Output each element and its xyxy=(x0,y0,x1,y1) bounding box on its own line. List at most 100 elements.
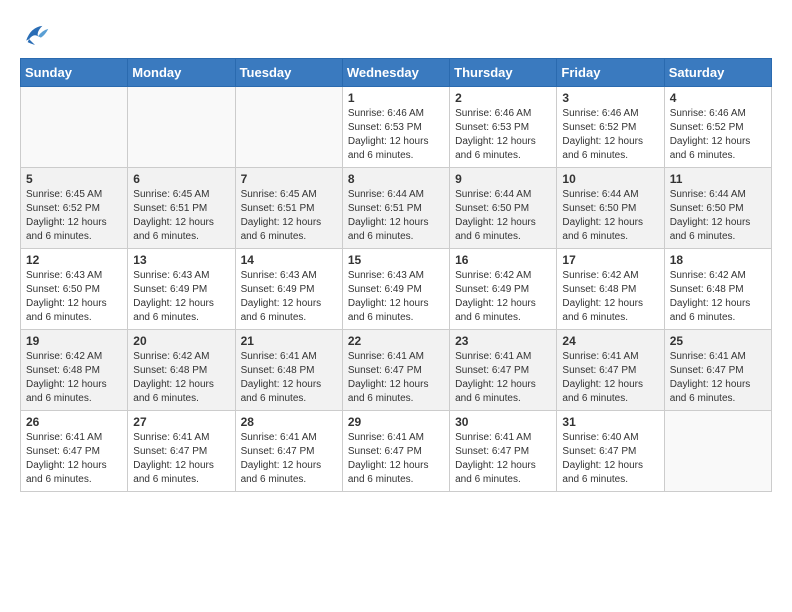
day-info: Sunrise: 6:46 AM Sunset: 6:52 PM Dayligh… xyxy=(562,107,658,163)
calendar-day-cell: 16 Sunrise: 6:42 AM Sunset: 6:49 PM Dayli… xyxy=(450,249,557,330)
day-info: Sunrise: 6:45 AM Sunset: 6:52 PM Dayligh… xyxy=(26,188,122,244)
calendar-week-row: 5 Sunrise: 6:45 AM Sunset: 6:52 PM Daylig… xyxy=(21,168,772,249)
calendar-week-row: 26 Sunrise: 6:41 AM Sunset: 6:47 PM Dayli… xyxy=(21,411,772,492)
day-number: 26 xyxy=(26,415,122,429)
day-info: Sunrise: 6:43 AM Sunset: 6:49 PM Dayligh… xyxy=(133,269,229,325)
day-number: 8 xyxy=(348,172,444,186)
weekday-header: Friday xyxy=(557,59,664,87)
calendar-day-cell xyxy=(235,87,342,168)
calendar-week-row: 1 Sunrise: 6:46 AM Sunset: 6:53 PM Daylig… xyxy=(21,87,772,168)
calendar-day-cell xyxy=(128,87,235,168)
day-info: Sunrise: 6:44 AM Sunset: 6:50 PM Dayligh… xyxy=(670,188,766,244)
day-number: 3 xyxy=(562,91,658,105)
day-info: Sunrise: 6:46 AM Sunset: 6:52 PM Dayligh… xyxy=(670,107,766,163)
day-info: Sunrise: 6:42 AM Sunset: 6:48 PM Dayligh… xyxy=(26,350,122,406)
calendar-day-cell: 21Sunrise: 6:41 AM Sunset: 6:48 PM Dayli… xyxy=(235,330,342,411)
day-number: 27 xyxy=(133,415,229,429)
day-number: 20 xyxy=(133,334,229,348)
calendar-day-cell xyxy=(664,411,771,492)
day-number: 30 xyxy=(455,415,551,429)
day-info: Sunrise: 6:41 AM Sunset: 6:47 PM Dayligh… xyxy=(562,350,658,406)
calendar-day-cell: 29 Sunrise: 6:41 AM Sunset: 6:47 PM Dayli… xyxy=(342,411,449,492)
day-info: Sunrise: 6:46 AM Sunset: 6:53 PM Dayligh… xyxy=(455,107,551,163)
calendar-day-cell: 25 Sunrise: 6:41 AM Sunset: 6:47 PM Dayli… xyxy=(664,330,771,411)
day-number: 29 xyxy=(348,415,444,429)
calendar-day-cell: 30 Sunrise: 6:41 AM Sunset: 6:47 PM Dayli… xyxy=(450,411,557,492)
day-number: 31 xyxy=(562,415,658,429)
day-info: Sunrise: 6:44 AM Sunset: 6:50 PM Dayligh… xyxy=(562,188,658,244)
day-info: Sunrise: 6:46 AM Sunset: 6:53 PM Dayligh… xyxy=(348,107,444,163)
weekday-header: Wednesday xyxy=(342,59,449,87)
day-number: 10 xyxy=(562,172,658,186)
day-info: Sunrise: 6:41 AM Sunset: 6:47 PM Dayligh… xyxy=(133,431,229,487)
day-number: 1 xyxy=(348,91,444,105)
calendar-day-cell: 13 Sunrise: 6:43 AM Sunset: 6:49 PM Dayli… xyxy=(128,249,235,330)
day-number: 16 xyxy=(455,253,551,267)
day-info: Sunrise: 6:41 AM Sunset: 6:47 PM Dayligh… xyxy=(455,350,551,406)
day-number: 18 xyxy=(670,253,766,267)
weekday-header: Thursday xyxy=(450,59,557,87)
day-number: 19 xyxy=(26,334,122,348)
day-info: Sunrise: 6:42 AM Sunset: 6:48 PM Dayligh… xyxy=(562,269,658,325)
weekday-header: Monday xyxy=(128,59,235,87)
day-info: Sunrise: 6:44 AM Sunset: 6:51 PM Dayligh… xyxy=(348,188,444,244)
calendar-day-cell: 24 Sunrise: 6:41 AM Sunset: 6:47 PM Dayli… xyxy=(557,330,664,411)
day-number: 11 xyxy=(670,172,766,186)
calendar-day-cell: 4 Sunrise: 6:46 AM Sunset: 6:52 PM Daylig… xyxy=(664,87,771,168)
calendar-day-cell: 6Sunrise: 6:45 AM Sunset: 6:51 PM Daylig… xyxy=(128,168,235,249)
calendar-day-cell: 11 Sunrise: 6:44 AM Sunset: 6:50 PM Dayli… xyxy=(664,168,771,249)
weekday-header: Saturday xyxy=(664,59,771,87)
calendar-week-row: 19 Sunrise: 6:42 AM Sunset: 6:48 PM Dayli… xyxy=(21,330,772,411)
day-info: Sunrise: 6:41 AM Sunset: 6:47 PM Dayligh… xyxy=(455,431,551,487)
calendar-day-cell: 28 Sunrise: 6:41 AM Sunset: 6:47 PM Dayli… xyxy=(235,411,342,492)
day-number: 7 xyxy=(241,172,337,186)
day-info: Sunrise: 6:42 AM Sunset: 6:48 PM Dayligh… xyxy=(670,269,766,325)
day-number: 22 xyxy=(348,334,444,348)
day-info: Sunrise: 6:41 AM Sunset: 6:47 PM Dayligh… xyxy=(241,431,337,487)
calendar-day-cell: 9 Sunrise: 6:44 AM Sunset: 6:50 PM Daylig… xyxy=(450,168,557,249)
day-info: Sunrise: 6:42 AM Sunset: 6:48 PM Dayligh… xyxy=(133,350,229,406)
calendar-day-cell: 1 Sunrise: 6:46 AM Sunset: 6:53 PM Daylig… xyxy=(342,87,449,168)
calendar-day-cell: 19 Sunrise: 6:42 AM Sunset: 6:48 PM Dayli… xyxy=(21,330,128,411)
calendar-table: SundayMondayTuesdayWednesdayThursdayFrid… xyxy=(20,58,772,492)
day-number: 23 xyxy=(455,334,551,348)
day-number: 4 xyxy=(670,91,766,105)
calendar-day-cell: 2Sunrise: 6:46 AM Sunset: 6:53 PM Daylig… xyxy=(450,87,557,168)
day-info: Sunrise: 6:41 AM Sunset: 6:47 PM Dayligh… xyxy=(26,431,122,487)
day-info: Sunrise: 6:41 AM Sunset: 6:47 PM Dayligh… xyxy=(670,350,766,406)
day-number: 24 xyxy=(562,334,658,348)
calendar-week-row: 12 Sunrise: 6:43 AM Sunset: 6:50 PM Dayli… xyxy=(21,249,772,330)
calendar-day-cell: 22 Sunrise: 6:41 AM Sunset: 6:47 PM Dayli… xyxy=(342,330,449,411)
calendar-day-cell: 7 Sunrise: 6:45 AM Sunset: 6:51 PM Daylig… xyxy=(235,168,342,249)
day-info: Sunrise: 6:43 AM Sunset: 6:49 PM Dayligh… xyxy=(241,269,337,325)
day-number: 12 xyxy=(26,253,122,267)
day-number: 13 xyxy=(133,253,229,267)
calendar-day-cell: 26 Sunrise: 6:41 AM Sunset: 6:47 PM Dayli… xyxy=(21,411,128,492)
day-number: 15 xyxy=(348,253,444,267)
weekday-header: Tuesday xyxy=(235,59,342,87)
day-info: Sunrise: 6:41 AM Sunset: 6:47 PM Dayligh… xyxy=(348,350,444,406)
day-info: Sunrise: 6:44 AM Sunset: 6:50 PM Dayligh… xyxy=(455,188,551,244)
day-info: Sunrise: 6:40 AM Sunset: 6:47 PM Dayligh… xyxy=(562,431,658,487)
day-info: Sunrise: 6:42 AM Sunset: 6:49 PM Dayligh… xyxy=(455,269,551,325)
day-info: Sunrise: 6:45 AM Sunset: 6:51 PM Dayligh… xyxy=(241,188,337,244)
calendar-day-cell: 23 Sunrise: 6:41 AM Sunset: 6:47 PM Dayli… xyxy=(450,330,557,411)
logo-icon xyxy=(20,20,50,48)
day-number: 6 xyxy=(133,172,229,186)
calendar-day-cell: 31 Sunrise: 6:40 AM Sunset: 6:47 PM Dayli… xyxy=(557,411,664,492)
day-info: Sunrise: 6:41 AM Sunset: 6:48 PM Dayligh… xyxy=(241,350,337,406)
calendar-day-cell: 14Sunrise: 6:43 AM Sunset: 6:49 PM Dayli… xyxy=(235,249,342,330)
page-header xyxy=(20,20,772,48)
logo xyxy=(20,20,52,48)
day-number: 9 xyxy=(455,172,551,186)
day-number: 28 xyxy=(241,415,337,429)
calendar-day-cell xyxy=(21,87,128,168)
calendar-day-cell: 5 Sunrise: 6:45 AM Sunset: 6:52 PM Daylig… xyxy=(21,168,128,249)
calendar-day-cell: 17Sunrise: 6:42 AM Sunset: 6:48 PM Dayli… xyxy=(557,249,664,330)
day-info: Sunrise: 6:41 AM Sunset: 6:47 PM Dayligh… xyxy=(348,431,444,487)
day-number: 5 xyxy=(26,172,122,186)
calendar-day-cell: 8 Sunrise: 6:44 AM Sunset: 6:51 PM Daylig… xyxy=(342,168,449,249)
day-number: 25 xyxy=(670,334,766,348)
calendar-day-cell: 10 Sunrise: 6:44 AM Sunset: 6:50 PM Dayli… xyxy=(557,168,664,249)
day-info: Sunrise: 6:43 AM Sunset: 6:50 PM Dayligh… xyxy=(26,269,122,325)
